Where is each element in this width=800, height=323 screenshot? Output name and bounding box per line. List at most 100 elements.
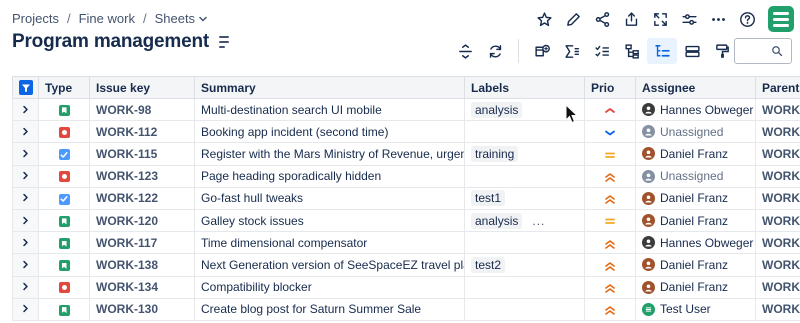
priority-cell[interactable] — [584, 97, 636, 122]
settings-sliders-icon[interactable] — [675, 6, 704, 32]
labels-cell[interactable]: training — [464, 142, 585, 166]
parent-cell[interactable]: WORK — [755, 164, 800, 188]
table-row[interactable]: WORK-130 Create blog post for Saturn Sum… — [12, 297, 800, 321]
add-field-icon[interactable] — [527, 38, 557, 64]
chevron-right-icon[interactable] — [22, 304, 29, 313]
priority-cell[interactable] — [584, 208, 636, 233]
assignee-cell[interactable]: Test User — [635, 297, 756, 321]
parent-cell[interactable]: WORK — [755, 275, 800, 299]
labels-cell[interactable]: analysis... — [464, 208, 585, 233]
assignee-cell[interactable]: Unassigned — [635, 164, 756, 188]
more-icon[interactable] — [704, 6, 733, 32]
labels-cell[interactable]: test1 — [464, 186, 585, 210]
table-row[interactable]: WORK-112 Booking app incident (second ti… — [12, 120, 800, 144]
labels-cell[interactable] — [464, 275, 585, 299]
summary[interactable]: Multi-destination search UI mobile — [194, 97, 465, 122]
table-row[interactable]: WORK-117 Time dimensional compensator Ha… — [12, 231, 800, 255]
priority-cell[interactable] — [584, 164, 636, 188]
share-icon[interactable] — [588, 6, 617, 32]
filter-header[interactable] — [12, 76, 39, 99]
chevron-right-icon[interactable] — [22, 238, 29, 247]
assignee-cell[interactable]: Hannes Obweger — [635, 231, 756, 255]
table-row[interactable]: WORK-138 Next Generation version of SeeS… — [12, 253, 800, 277]
label-pill[interactable]: test1 — [471, 190, 506, 207]
expand-row-button[interactable] — [12, 208, 39, 233]
assignee-cell[interactable]: Daniel Franz — [635, 142, 756, 166]
expand-row-button[interactable] — [12, 97, 39, 122]
parent-cell[interactable]: WORK — [755, 120, 800, 144]
labels-cell[interactable]: test2 — [464, 253, 585, 277]
labels-cell[interactable] — [464, 164, 585, 188]
chevron-right-icon[interactable] — [22, 216, 29, 225]
parent-cell[interactable]: WORK — [755, 142, 800, 166]
priority-cell[interactable] — [584, 186, 636, 210]
paint-format-icon[interactable] — [707, 38, 737, 64]
column-header-summary[interactable]: Summary — [194, 76, 465, 99]
labels-cell[interactable] — [464, 231, 585, 255]
chevron-right-icon[interactable] — [22, 127, 29, 136]
issue-key[interactable]: WORK-138 — [89, 253, 195, 277]
label-pill[interactable]: training — [471, 145, 519, 162]
chevron-right-icon[interactable] — [22, 149, 29, 158]
table-row[interactable]: WORK-122 Go-fast hull tweaks test1 Danie… — [12, 186, 800, 210]
assignee-cell[interactable]: Unassigned — [635, 120, 756, 144]
priority-cell[interactable] — [584, 120, 636, 144]
table-row[interactable]: WORK-115 Register with the Mars Ministry… — [12, 142, 800, 166]
labels-cell[interactable] — [464, 120, 585, 144]
issue-key[interactable]: WORK-117 — [89, 231, 195, 255]
label-pill[interactable]: test2 — [471, 256, 506, 273]
issue-key[interactable]: WORK-112 — [89, 120, 195, 144]
column-header-assignee[interactable]: Assignee — [635, 76, 756, 99]
labels-cell[interactable] — [464, 297, 585, 321]
assignee-cell[interactable]: Hannes Obweger — [635, 97, 756, 122]
chevron-down-icon[interactable] — [199, 15, 207, 23]
table-row[interactable]: WORK-98 Multi-destination search UI mobi… — [12, 97, 800, 122]
summary[interactable]: Galley stock issues — [194, 208, 465, 233]
issue-key[interactable]: WORK-134 — [89, 275, 195, 299]
expand-row-button[interactable] — [12, 164, 39, 188]
expand-row-button[interactable] — [12, 120, 39, 144]
column-header-type[interactable]: Type — [38, 76, 90, 99]
filter-icon[interactable] — [18, 80, 33, 96]
expand-row-button[interactable] — [12, 297, 39, 321]
chevron-right-icon[interactable] — [22, 105, 29, 114]
row-height-icon[interactable] — [450, 38, 480, 64]
issue-key[interactable]: WORK-115 — [89, 142, 195, 166]
assignee-cell[interactable]: Daniel Franz — [635, 253, 756, 277]
summary[interactable]: Booking app incident (second time) — [194, 120, 465, 144]
search-input[interactable] — [734, 38, 792, 64]
parent-cell[interactable]: WORK — [755, 297, 800, 321]
chevron-right-icon[interactable] — [22, 260, 29, 269]
card-view-icon[interactable] — [677, 38, 707, 64]
chevron-right-icon[interactable] — [22, 193, 29, 202]
table-row[interactable]: WORK-123 Page heading sporadically hidde… — [12, 164, 800, 188]
column-header-prio[interactable]: Prio — [584, 76, 636, 99]
issue-key[interactable]: WORK-120 — [89, 208, 195, 233]
priority-cell[interactable] — [584, 253, 636, 277]
parent-cell[interactable]: WORK — [755, 208, 800, 233]
chevron-right-icon[interactable] — [22, 171, 29, 180]
chevron-right-icon[interactable] — [22, 282, 29, 291]
checklist-icon[interactable] — [587, 38, 617, 64]
more-labels[interactable]: ... — [532, 214, 545, 228]
issue-key[interactable]: WORK-123 — [89, 164, 195, 188]
app-logo[interactable] — [768, 6, 794, 32]
parent-cell[interactable]: WORK — [755, 97, 800, 122]
priority-cell[interactable] — [584, 231, 636, 255]
expand-row-button[interactable] — [12, 142, 39, 166]
refresh-icon[interactable] — [480, 38, 510, 64]
assignee-cell[interactable]: Daniel Franz — [635, 186, 756, 210]
summary[interactable]: Page heading sporadically hidden — [194, 164, 465, 188]
table-row[interactable]: WORK-134 Compatibility blocker Daniel Fr… — [12, 275, 800, 299]
priority-cell[interactable] — [584, 142, 636, 166]
help-icon[interactable] — [733, 6, 762, 32]
summary[interactable]: Next Generation version of SeeSpaceEZ tr… — [194, 253, 465, 277]
star-icon[interactable] — [530, 6, 559, 32]
expand-row-button[interactable] — [12, 275, 39, 299]
breadcrumb-fine-work[interactable]: Fine work — [79, 11, 135, 26]
fullscreen-icon[interactable] — [646, 6, 675, 32]
priority-cell[interactable] — [584, 275, 636, 299]
table-row[interactable]: WORK-120 Galley stock issues analysis...… — [12, 208, 800, 233]
assignee-cell[interactable]: Daniel Franz — [635, 275, 756, 299]
parent-cell[interactable]: WORK — [755, 253, 800, 277]
